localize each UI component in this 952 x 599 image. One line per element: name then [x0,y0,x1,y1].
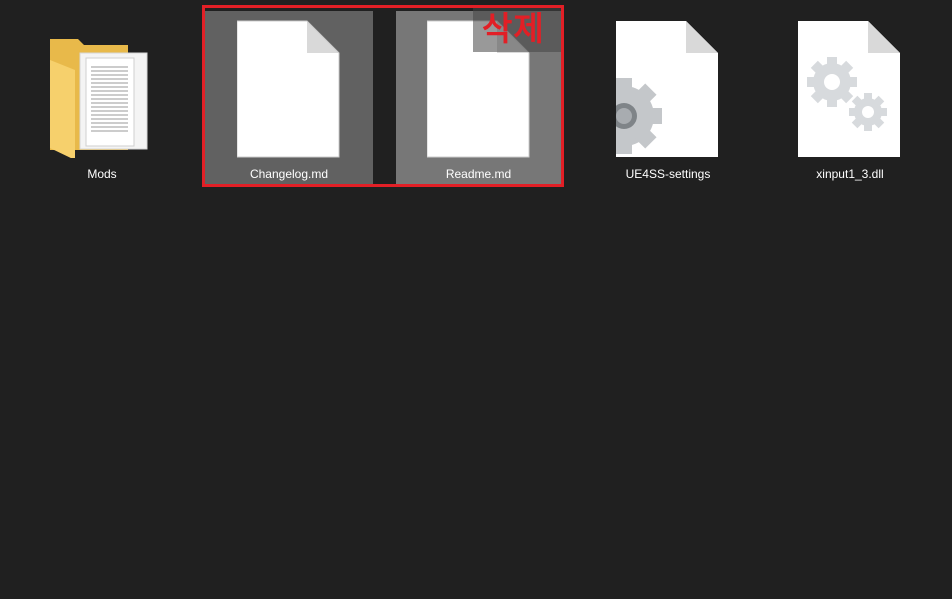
file-item-mods[interactable]: Mods [50,11,154,184]
file-name: UE4SS-settings [625,167,711,181]
file-item-ue4ss-settings[interactable]: UE4SS-settings [588,11,748,184]
file-item-changelog[interactable]: Changelog.md [205,11,373,184]
annotation-label: 삭제 [482,9,545,48]
file-name: Mods [87,167,117,181]
dll-file-icon [798,20,902,158]
file-name: Readme.md [445,167,512,181]
document-icon [237,20,341,158]
file-name: Changelog.md [249,167,329,181]
settings-file-icon [616,20,720,158]
file-view: Mods Changelog.md Readme.md UE4SS-settin… [0,0,952,599]
file-name: xinput1_3.dll [816,167,884,181]
file-item-xinput-dll[interactable]: xinput1_3.dll [776,11,924,184]
folder-icon [50,20,154,158]
